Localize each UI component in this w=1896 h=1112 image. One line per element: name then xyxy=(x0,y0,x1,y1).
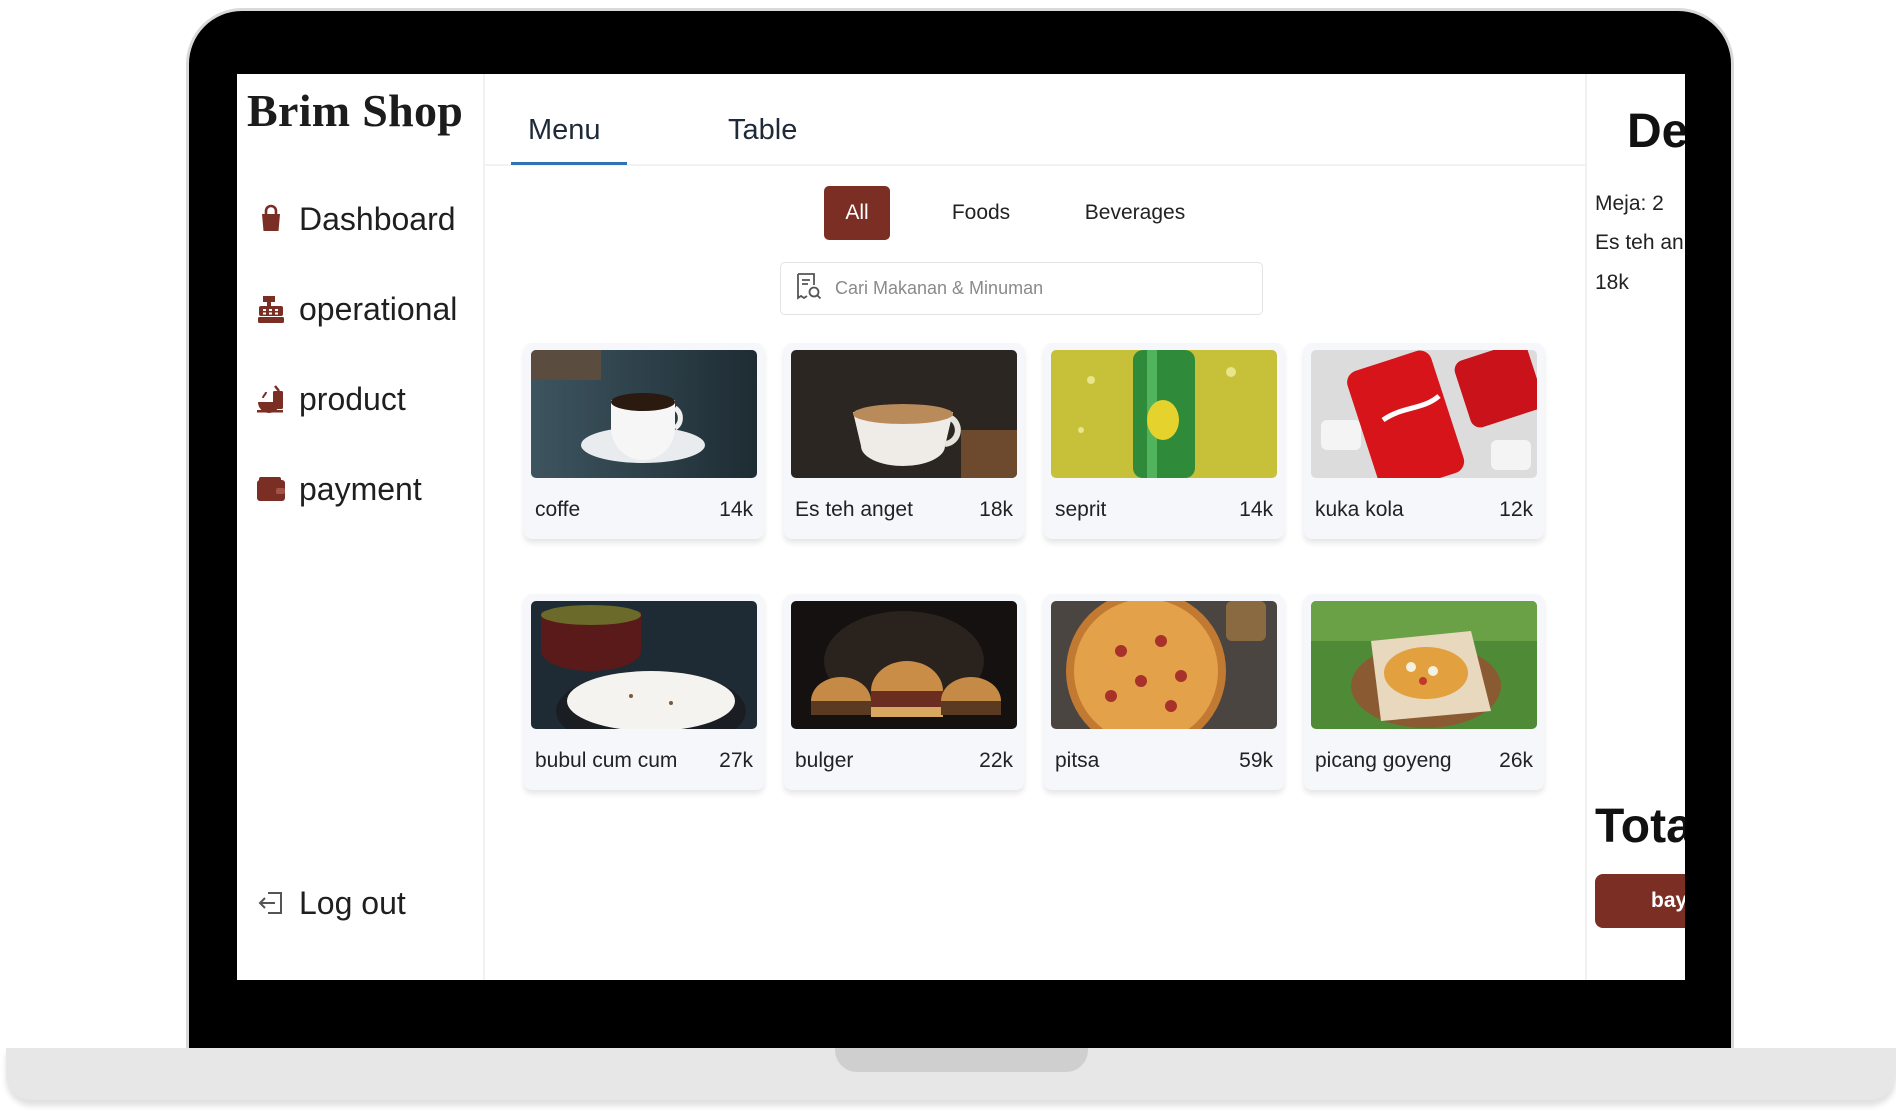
product-name: picang goyeng xyxy=(1315,749,1452,772)
product-card[interactable]: bulger 22k xyxy=(784,594,1024,790)
tab-menu[interactable]: Menu xyxy=(528,114,601,147)
logout-button[interactable]: Log out xyxy=(255,880,406,926)
filter-foods-button[interactable]: Foods xyxy=(917,186,1045,240)
logout-icon xyxy=(255,887,287,919)
product-name: pitsa xyxy=(1055,749,1100,772)
product-price: 14k xyxy=(719,498,753,521)
app-screen: Brim Shop Dashboard operational product … xyxy=(237,74,1685,980)
sidebar-item-product[interactable]: product xyxy=(255,376,406,422)
filter-beverages-button[interactable]: Beverages xyxy=(1055,186,1215,240)
wallet-icon xyxy=(255,473,287,505)
receipt-search-icon xyxy=(793,271,823,306)
product-card[interactable]: pitsa 59k xyxy=(1044,594,1284,790)
sidebar: Brim Shop Dashboard operational product … xyxy=(237,74,485,980)
burger-image xyxy=(791,601,1017,729)
product-name: kuka kola xyxy=(1315,498,1404,521)
logout-label: Log out xyxy=(299,884,406,921)
tab-bar: Menu Table xyxy=(485,74,1585,166)
cola-image xyxy=(1311,350,1537,478)
search-input[interactable]: Cari Makanan & Minuman xyxy=(780,262,1263,315)
sidebar-item-operational[interactable]: operational xyxy=(255,286,457,332)
product-card[interactable]: bubul cum cum 27k xyxy=(524,594,764,790)
sidebar-item-label: Dashboard xyxy=(299,200,456,237)
order-item-price: 18k xyxy=(1595,271,1629,294)
laptop-notch xyxy=(835,1048,1088,1072)
filter-all-button[interactable]: All xyxy=(824,186,890,240)
sprite-image xyxy=(1051,350,1277,478)
product-name: coffe xyxy=(535,498,581,521)
brand-logo: Brim Shop xyxy=(247,85,464,136)
product-name: bulger xyxy=(795,749,854,772)
product-name: seprit xyxy=(1055,498,1107,521)
sidebar-item-label: operational xyxy=(299,290,458,327)
product-price: 12k xyxy=(1499,498,1533,521)
product-name: Es teh anget xyxy=(795,498,913,521)
product-price: 59k xyxy=(1239,749,1273,772)
product-card[interactable]: picang goyeng 26k xyxy=(1304,594,1544,790)
product-card[interactable]: Es teh anget 18k xyxy=(784,343,1024,539)
product-price: 14k xyxy=(1239,498,1273,521)
product-card[interactable]: seprit 14k xyxy=(1044,343,1284,539)
tea-image xyxy=(791,350,1017,478)
rice-image xyxy=(531,601,757,729)
shopping-bag-icon xyxy=(255,203,287,235)
product-price: 18k xyxy=(979,498,1013,521)
cash-register-icon xyxy=(255,293,287,325)
product-card[interactable]: coffe 14k xyxy=(524,343,764,539)
sidebar-item-label: product xyxy=(299,380,406,417)
main-content: Menu Table All Foods Beverages Cari Maka… xyxy=(485,74,1585,980)
product-price: 22k xyxy=(979,749,1013,772)
coffee-image xyxy=(531,350,757,478)
food-icon xyxy=(255,383,287,415)
total-label: Tota xyxy=(1595,800,1685,853)
table-number: Meja: 2 xyxy=(1595,192,1664,215)
fried-food-image xyxy=(1311,601,1537,729)
product-price: 27k xyxy=(719,749,753,772)
product-card[interactable]: kuka kola 12k xyxy=(1304,343,1544,539)
order-detail-panel: De Meja: 2 Es teh an 18k Tota bay xyxy=(1585,74,1685,980)
order-item-name: Es teh an xyxy=(1595,231,1684,254)
sidebar-item-dashboard[interactable]: Dashboard xyxy=(255,196,456,242)
pay-button[interactable]: bay xyxy=(1595,874,1685,928)
product-name: bubul cum cum xyxy=(535,749,678,772)
active-tab-indicator xyxy=(511,162,627,165)
detail-title: De xyxy=(1627,105,1685,158)
tab-table[interactable]: Table xyxy=(728,114,797,147)
sidebar-item-label: payment xyxy=(299,470,422,507)
product-price: 26k xyxy=(1499,749,1533,772)
pizza-image xyxy=(1051,601,1277,729)
search-placeholder: Cari Makanan & Minuman xyxy=(835,278,1044,298)
sidebar-item-payment[interactable]: payment xyxy=(255,466,422,512)
